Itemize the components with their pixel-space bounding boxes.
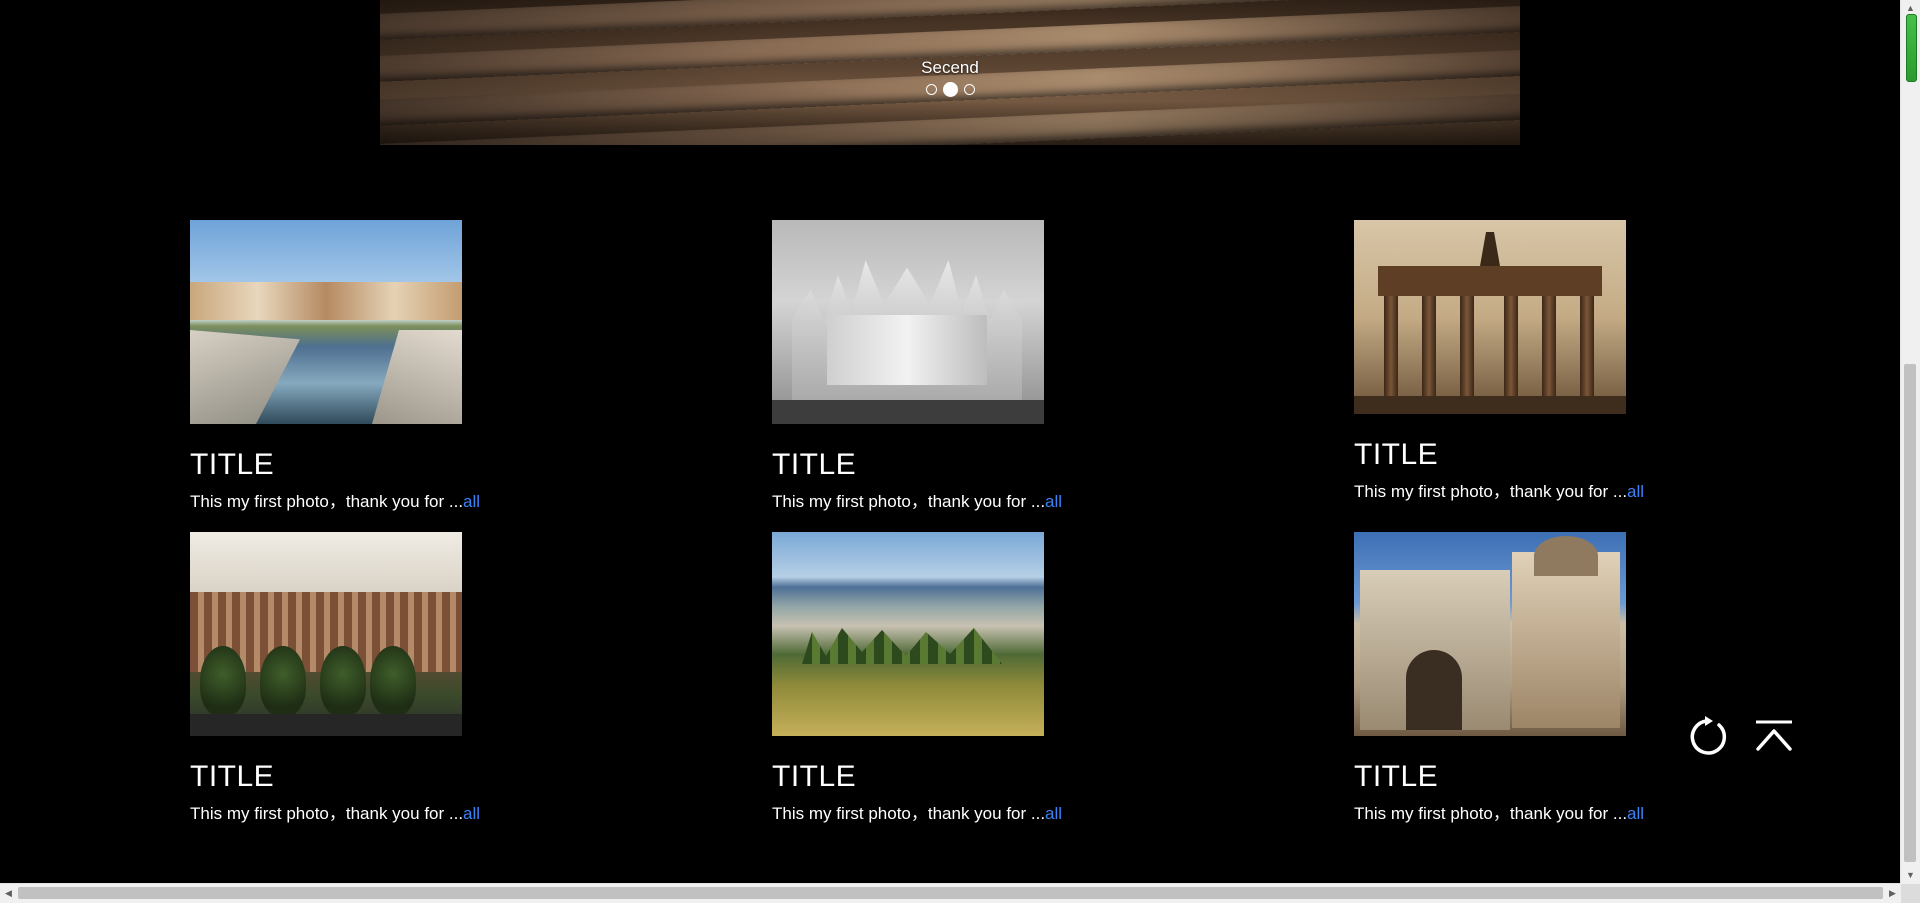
- page-viewport: Secend TITLE This my first photo，thank y…: [0, 0, 1901, 884]
- scroll-down-icon[interactable]: ▼: [1901, 867, 1920, 884]
- scrollbar-corner: [1901, 884, 1920, 903]
- vertical-scroll-thumb[interactable]: [1904, 364, 1916, 862]
- vertical-scrollbar[interactable]: ▲ ▼: [1900, 0, 1920, 884]
- card-title: TITLE: [1354, 438, 1439, 471]
- card-description: This my first photo，thank you for ...all: [190, 804, 570, 824]
- card-thumbnail[interactable]: [772, 220, 1044, 424]
- scroll-right-icon[interactable]: ▶: [1884, 884, 1901, 903]
- card-read-all-link[interactable]: all: [1627, 804, 1644, 823]
- carousel-caption: Secend: [921, 58, 979, 77]
- valley-photo: [772, 532, 1044, 736]
- photo-card: TITLE This my first photo，thank you for …: [1354, 220, 1734, 502]
- card-read-all-link[interactable]: all: [1045, 804, 1062, 823]
- card-thumbnail[interactable]: [1354, 532, 1626, 736]
- card-description: This my first photo，thank you for ...all: [772, 492, 1152, 512]
- card-thumbnail[interactable]: [190, 532, 462, 736]
- card-description-text: This my first photo，thank you for ...: [1354, 804, 1628, 823]
- card-description: This my first photo，thank you for ...all: [1354, 804, 1734, 824]
- photo-card: TITLE This my first photo，thank you for …: [190, 532, 570, 824]
- gate-photo: [1354, 220, 1626, 414]
- photo-card: TITLE This my first photo，thank you for …: [190, 220, 570, 512]
- card-thumbnail[interactable]: [190, 220, 462, 424]
- card-description: This my first photo，thank you for ...all: [190, 492, 570, 512]
- museum-photo: [190, 532, 462, 736]
- photo-card: TITLE This my first photo，thank you for …: [772, 532, 1152, 824]
- card-thumbnail[interactable]: [1354, 220, 1626, 414]
- card-title: TITLE: [190, 760, 275, 793]
- carousel-dot-1[interactable]: [925, 84, 937, 95]
- carousel-dot-3[interactable]: [963, 84, 975, 95]
- card-read-all-link[interactable]: all: [463, 804, 480, 823]
- card-read-all-link[interactable]: all: [1045, 492, 1062, 511]
- photo-card: TITLE This my first photo，thank you for …: [772, 220, 1152, 512]
- carousel-indicators: [380, 82, 1520, 97]
- card-description-text: This my first photo，thank you for ...: [772, 804, 1046, 823]
- extension-indicator: [1906, 14, 1917, 82]
- card-read-all-link[interactable]: all: [1627, 482, 1644, 501]
- card-description: This my first photo，thank you for ...all: [772, 804, 1152, 824]
- scroll-left-icon[interactable]: ◀: [0, 884, 17, 903]
- horizontal-scroll-thumb[interactable]: [18, 887, 1883, 899]
- horizontal-scrollbar[interactable]: ◀ ▶: [0, 883, 1901, 903]
- hero-carousel[interactable]: Secend: [380, 0, 1520, 145]
- card-description-text: This my first photo，thank you for ...: [190, 492, 464, 511]
- card-description-text: This my first photo，thank you for ...: [1354, 482, 1628, 501]
- refresh-icon: [1690, 716, 1727, 755]
- card-title: TITLE: [772, 760, 857, 793]
- back-to-top-button[interactable]: [1752, 715, 1796, 759]
- card-title: TITLE: [1354, 760, 1439, 793]
- card-read-all-link[interactable]: all: [463, 492, 480, 511]
- card-description-text: This my first photo，thank you for ...: [190, 804, 464, 823]
- card-title: TITLE: [772, 448, 857, 481]
- card-title: TITLE: [190, 448, 275, 481]
- cathedral-photo: [772, 220, 1044, 424]
- canal-photo: [190, 220, 462, 424]
- back-to-top-icon: [1756, 720, 1792, 751]
- refresh-button[interactable]: [1687, 715, 1731, 759]
- card-description: This my first photo，thank you for ...all: [1354, 482, 1734, 502]
- photo-card: TITLE This my first photo，thank you for …: [1354, 532, 1734, 824]
- carousel-dot-2[interactable]: [942, 82, 958, 97]
- arch-photo: [1354, 532, 1626, 736]
- card-thumbnail[interactable]: [772, 532, 1044, 736]
- card-description-text: This my first photo，thank you for ...: [772, 492, 1046, 511]
